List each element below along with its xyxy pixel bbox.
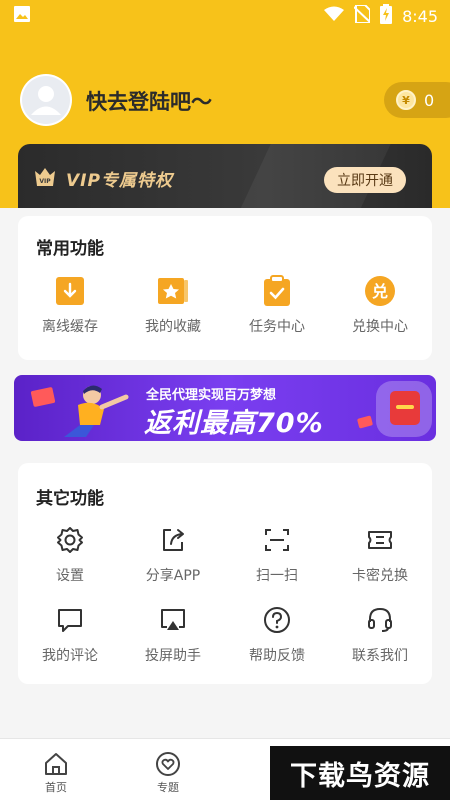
fn-exchange-center[interactable]: 兑 兑换中心: [328, 274, 432, 336]
avatar[interactable]: [20, 74, 72, 126]
status-bar: 8:45: [0, 0, 450, 32]
exchange-badge-icon: 兑: [363, 274, 397, 308]
banner-headline-value: 70%: [256, 408, 324, 439]
exchange-glyph: 兑: [372, 282, 388, 301]
fn-my-comments[interactable]: 我的评论: [18, 603, 122, 665]
ticket-icon: [363, 523, 397, 557]
fn-share-app[interactable]: 分享APP: [121, 523, 225, 585]
banner-headline-prefix: 返利最高: [144, 408, 256, 439]
red-envelope-icon: [357, 381, 432, 437]
battery-charging-icon: [380, 4, 393, 28]
login-prompt[interactable]: 快去登陆吧～: [86, 86, 212, 116]
fn-label: 帮助反馈: [249, 648, 305, 664]
share-icon: [156, 523, 190, 557]
fn-label: 离线缓存: [42, 319, 98, 335]
status-time: 8:45: [402, 6, 438, 26]
fn-help-feedback[interactable]: 帮助反馈: [225, 603, 329, 665]
fn-label: 我的收藏: [145, 319, 201, 335]
vip-card[interactable]: VIP VIP专属特权 立即开通: [18, 144, 432, 208]
help-icon: [260, 603, 294, 637]
fn-card-redeem[interactable]: 卡密兑换: [328, 523, 432, 585]
fn-scan[interactable]: 扫一扫: [225, 523, 329, 585]
coin-count: 0: [424, 90, 435, 110]
headset-icon: [363, 603, 397, 637]
watermark: 下载鸟资源: [270, 746, 450, 800]
no-sim-icon: [353, 4, 372, 27]
vip-title: VIP专属特权: [66, 171, 173, 191]
fn-my-favorites[interactable]: 我的收藏: [121, 274, 225, 336]
scan-icon: [260, 523, 294, 557]
star-folder-icon: [156, 274, 190, 308]
gear-icon: [53, 523, 87, 557]
vip-crown-icon: VIP: [35, 168, 55, 186]
banner-person-illustration: [30, 385, 129, 437]
vip-activate-button[interactable]: 立即开通: [324, 167, 406, 193]
tab-label: 首页: [45, 781, 67, 794]
fn-task-center[interactable]: 任务中心: [225, 274, 329, 336]
heart-icon: [156, 752, 180, 776]
coin-icon: ¥: [396, 90, 416, 110]
comment-icon: [53, 603, 87, 637]
common-functions-title: 常用功能: [36, 239, 104, 259]
fn-label: 扫一扫: [256, 568, 298, 584]
gallery-icon: [14, 6, 30, 26]
fn-label: 联系我们: [352, 648, 408, 664]
wifi-icon: [324, 6, 345, 26]
fn-cast-assistant[interactable]: 投屏助手: [121, 603, 225, 665]
vip-badge-text: VIP: [39, 178, 51, 185]
fn-label: 我的评论: [42, 648, 98, 664]
fn-label: 投屏助手: [145, 648, 201, 664]
banner-headline: 返利最高70%: [144, 401, 324, 440]
fn-label: 任务中心: [249, 319, 305, 335]
promo-banner[interactable]: 全民代理实现百万梦想 返利最高70%: [14, 375, 436, 441]
fn-label: 兑换中心: [352, 319, 408, 335]
fn-contact-us[interactable]: 联系我们: [328, 603, 432, 665]
download-icon: [53, 274, 87, 308]
other-functions-card: 其它功能 设置 分享APP 扫一扫 卡密兑换 我的评论 投屏助手 帮助反馈 联系…: [18, 463, 432, 684]
other-functions-title: 其它功能: [36, 489, 104, 509]
clipboard-check-icon: [260, 274, 294, 308]
fn-label: 卡密兑换: [352, 568, 408, 584]
home-icon: [45, 753, 67, 775]
fn-label: 设置: [56, 568, 84, 584]
fn-offline-cache[interactable]: 离线缓存: [18, 274, 122, 336]
common-functions-card: 常用功能 离线缓存 我的收藏 任务中心 兑 兑换中心: [18, 216, 432, 360]
tab-label: 专题: [157, 781, 179, 794]
fn-label: 分享APP: [145, 568, 201, 584]
cast-icon: [156, 603, 190, 637]
tab-topics[interactable]: 专题: [138, 751, 198, 795]
user-avatar-icon: [22, 76, 70, 124]
fn-settings[interactable]: 设置: [18, 523, 122, 585]
tab-home[interactable]: 首页: [26, 751, 86, 795]
coin-balance[interactable]: ¥ 0: [384, 82, 450, 118]
